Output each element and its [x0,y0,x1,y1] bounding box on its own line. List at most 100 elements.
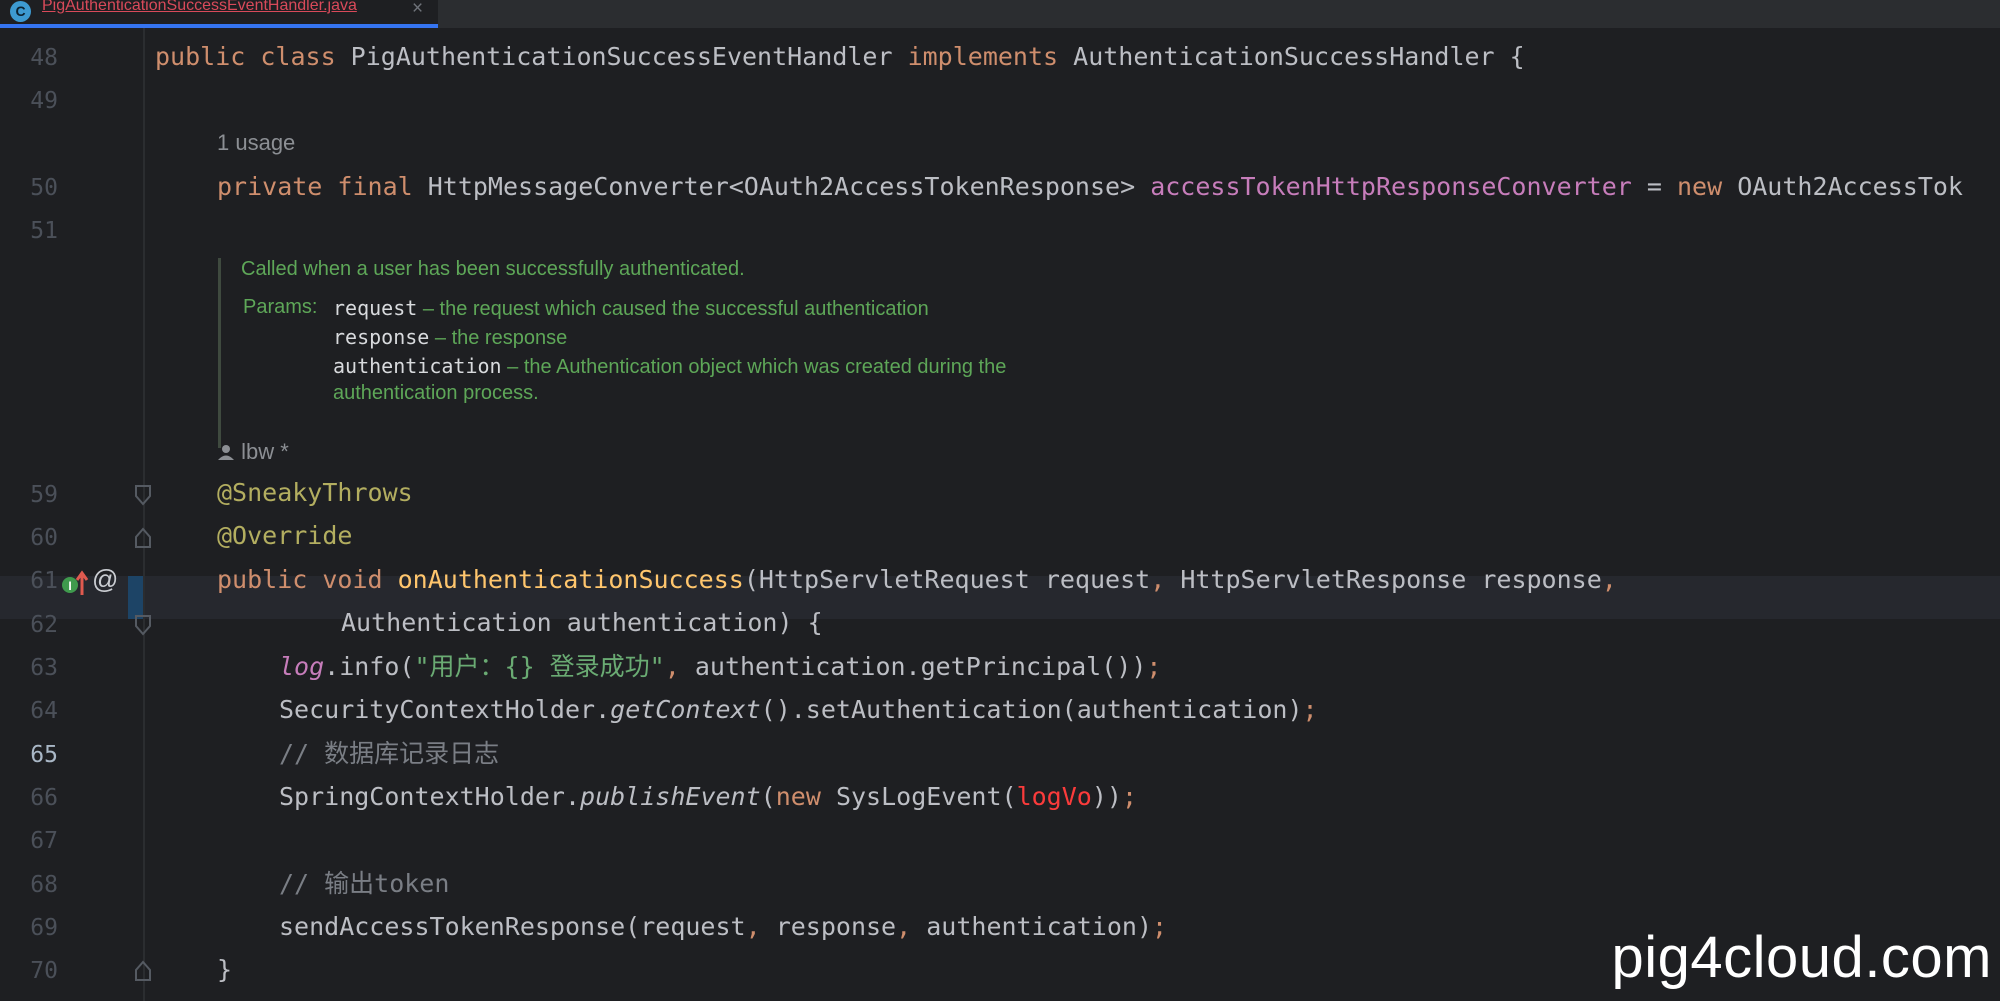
param-desc: – the request which caused the successfu… [417,298,929,320]
call: ().setAuthentication(authentication) [760,695,1303,724]
svg-text:I: I [68,579,71,593]
line-number: 63 [30,655,58,681]
class-ref: SpringContextHolder. [279,782,581,811]
code-line-64[interactable]: SecurityContextHolder.getContext().setAu… [279,695,1318,725]
keyword: new [1676,172,1738,201]
line-number: 69 [30,915,58,941]
class-name: PigAuthenticationSuccessEventHandler [350,42,908,71]
doc-param: request – the request which caused the s… [333,296,929,321]
watermark: pig4cloud.com [1611,925,1992,990]
current-line-marker [128,576,144,619]
keyword: public class [155,42,351,71]
code-line-50[interactable]: private final HttpMessageConverter<OAuth… [217,172,1963,202]
params: (HttpServletRequest request [743,565,1151,594]
code-line-69[interactable]: sendAccessTokenResponse(request, respons… [279,912,1167,942]
static-method: publishEvent [580,782,761,811]
rendered-javadoc: Called when a user has been successfully… [218,258,1141,448]
keyword: private final [217,172,428,201]
line-number: 66 [30,785,58,811]
code-line-59[interactable]: @SneakyThrows [217,478,413,508]
type: HttpMessageConverter<OAuth2AccessTokenRe… [427,172,1151,201]
line-number: 70 [30,958,58,984]
fold-marker-icon[interactable] [134,960,152,982]
code-line-61[interactable]: public void onAuthenticationSuccess(Http… [217,565,1617,595]
line-number: 67 [30,828,58,854]
implements-method-icon[interactable]: I [60,569,90,603]
line-number: 59 [30,482,58,508]
constructor: OAuth2AccessTok [1737,172,1963,201]
punctuation: ; [1302,695,1318,724]
punctuation: ; [1152,912,1168,941]
interface-name: AuthenticationSuccessHandler { [1073,42,1525,71]
punctuation: , [745,912,776,941]
code-line-63[interactable]: log.info("用户：{} 登录成功", authentication.ge… [279,652,1161,682]
params: HttpServletResponse response [1180,565,1602,594]
line-number: 50 [30,175,58,201]
punctuation: , [1601,565,1617,594]
call: .info( [324,652,415,681]
line-number: 48 [30,45,58,71]
fold-marker-icon[interactable] [134,484,152,506]
code-editor[interactable]: 48 49 50 51 59 60 61 62 63 64 65 66 67 6… [0,28,2000,1001]
fold-marker-icon[interactable] [134,527,152,549]
punctuation: )) [1091,782,1122,811]
punctuation: , [1150,565,1181,594]
punctuation: ( [760,782,776,811]
code-line-65[interactable]: // 数据库记录日志 [279,739,499,769]
line-number: 64 [30,698,58,724]
param-name: request [333,296,418,320]
tab-title[interactable]: PigAuthenticationSuccessEventHandler.jav… [42,0,357,15]
field-name: log [279,652,325,681]
user-icon [217,439,235,464]
editor-tab-bar: C PigAuthenticationSuccessEventHandler.j… [0,0,2000,28]
line-number: 61 [30,568,58,594]
line-number: 62 [30,612,58,638]
argument: response [775,912,897,941]
class-ref: SecurityContextHolder. [279,695,611,724]
punctuation: , [664,652,695,681]
keyword: new [775,782,836,811]
tab-file[interactable]: C PigAuthenticationSuccessEventHandler.j… [0,0,438,28]
line-number: 51 [30,218,58,244]
code-line-60[interactable]: @Override [217,521,352,551]
close-icon[interactable]: × [412,0,423,20]
call: sendAccessTokenResponse(request [279,912,746,941]
punctuation: , [896,912,927,941]
line-number: 60 [30,525,58,551]
fold-marker-icon[interactable] [134,614,152,636]
field-name: accessTokenHttpResponseConverter [1150,172,1632,201]
java-class-icon: C [10,1,31,22]
line-number-active: 65 [30,742,58,768]
usage-inlay-hint[interactable]: 1 usage [217,130,295,156]
keyword: implements [907,42,1074,71]
at-symbol-icon[interactable]: @ [92,564,118,595]
doc-param: response – the response [333,325,567,350]
code-line-62[interactable]: Authentication authentication) { [341,608,823,638]
constructor: SysLogEvent( [835,782,1017,811]
operator: = [1631,172,1677,201]
method-name: onAuthenticationSuccess [397,565,744,594]
author-name: lbw * [241,439,289,464]
unresolved-symbol: logVo [1016,782,1092,811]
param-desc: – the Authentication object which was cr… [501,356,1007,378]
string-literal: "用户：{} 登录成功" [414,652,665,681]
punctuation: ; [1121,782,1137,811]
param-name: response [333,325,430,349]
param-name: authentication [333,354,502,378]
doc-params-label: Params: [243,296,318,318]
code-line-70[interactable]: } [217,955,232,985]
keyword: public void [217,565,398,594]
static-method: getContext [610,695,761,724]
doc-continuation: authentication process. [333,382,539,404]
doc-summary: Called when a user has been successfully… [241,258,745,280]
line-number: 68 [30,872,58,898]
code-line-68[interactable]: // 输出token [279,869,449,899]
code-line-66[interactable]: SpringContextHolder.publishEvent(new Sys… [279,782,1137,812]
punctuation: ; [1146,652,1162,681]
doc-param: authentication – the Authentication obje… [333,354,1006,379]
line-number: 49 [30,88,58,114]
author-inlay-hint[interactable]: lbw * [217,439,289,465]
call: authentication.getPrincipal()) [694,652,1147,681]
gutter-separator [143,28,145,1001]
code-line-48[interactable]: public class PigAuthenticationSuccessEve… [155,42,1525,72]
